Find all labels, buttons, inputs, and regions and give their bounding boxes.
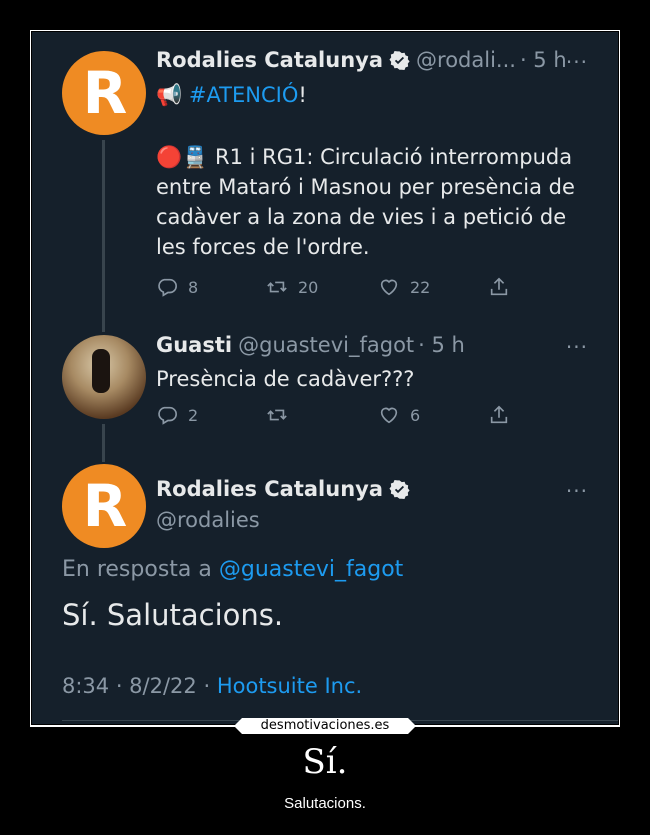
thread-line: [102, 424, 105, 462]
share-button[interactable]: [488, 276, 510, 298]
share-icon: [490, 277, 508, 296]
tweet1-first-line: 📢 #ATENCIÓ!: [156, 80, 307, 110]
text-line-4: les forces de l'ordre.: [156, 235, 370, 259]
share-icon: [490, 405, 508, 424]
tweet2-actions: 2 6: [156, 404, 510, 426]
hashtag-link[interactable]: #ATENCIÓ: [189, 83, 299, 107]
author-name[interactable]: Guasti: [156, 333, 232, 357]
tweet1-actions: 8 20 22: [156, 276, 510, 298]
retweet-count: 20: [298, 277, 319, 297]
tweet3-text: Sí. Salutacions.: [62, 598, 284, 632]
text-line-2: entre Mataró i Masnou per presència de: [156, 175, 575, 199]
tweet2-header: Guasti @guastevi_fagot · 5 h: [156, 333, 465, 357]
thread-line: [102, 140, 105, 332]
reply-icon: [158, 406, 177, 425]
reply-button[interactable]: 2: [156, 404, 266, 426]
tweet1-header: Rodalies Catalunya @rodali... · 5 h: [156, 48, 567, 72]
like-count: 6: [410, 405, 421, 425]
heart-icon: [380, 279, 398, 296]
tweet-meta: 8:34 · 8/2/22 · Hootsuite Inc.: [62, 674, 362, 698]
tweet3-author: Rodalies Catalunya: [156, 477, 410, 501]
text-line: 🔴🚆 R1 i RG1: Circulació interrompuda: [156, 142, 575, 172]
verified-badge-icon: [389, 50, 410, 70]
like-button[interactable]: 22: [378, 276, 488, 298]
reply-count: 2: [188, 405, 199, 425]
verified-badge-icon: [389, 479, 410, 499]
retweet-icon: [267, 409, 287, 421]
author-handle[interactable]: @rodali...: [416, 48, 516, 72]
more-options-icon[interactable]: ···: [566, 479, 588, 503]
text-line-1: R1 i RG1: Circulació interrompuda: [214, 145, 573, 169]
retweet-icon: [267, 281, 287, 293]
source-link[interactable]: Hootsuite Inc.: [217, 674, 362, 698]
reply-button[interactable]: 8: [156, 276, 266, 298]
author-name[interactable]: Rodalies Catalunya: [156, 48, 383, 72]
retweet-button[interactable]: [266, 404, 378, 426]
reply-context: En resposta a @guastevi_fagot: [62, 557, 403, 582]
more-options-icon[interactable]: ···: [566, 335, 588, 359]
heart-icon: [380, 407, 398, 424]
tweet1-text: 🔴🚆 R1 i RG1: Circulació interrompuda ent…: [156, 142, 575, 262]
rodalies-avatar[interactable]: R: [62, 51, 146, 135]
watermark: desmotivaciones.es: [234, 718, 416, 734]
text-line-3: cadàver a la zona de vies i a petició de: [156, 205, 567, 229]
red-circle-train-icon: 🔴🚆: [156, 145, 209, 169]
retweet-button[interactable]: 20: [266, 276, 378, 298]
tweet-time[interactable]: · 5 h: [520, 48, 567, 72]
reply-icon: [158, 278, 177, 297]
exclamation: !: [298, 83, 307, 107]
reply-prefix: En resposta a: [62, 557, 212, 582]
tweet-thread: R Rodalies Catalunya @rodali... · 5 h ··…: [32, 32, 618, 724]
avatar-letter: R: [82, 472, 128, 540]
reply-count: 8: [188, 277, 199, 297]
author-name[interactable]: Rodalies Catalunya: [156, 477, 383, 501]
guasti-avatar[interactable]: [62, 335, 146, 419]
avatar-letter: R: [82, 59, 128, 127]
timestamp[interactable]: 8:34 · 8/2/22 ·: [62, 674, 210, 698]
share-button[interactable]: [488, 404, 510, 426]
tweet2-text: Presència de cadàver???: [156, 367, 415, 391]
reply-handle-link[interactable]: @guastevi_fagot: [219, 557, 403, 582]
caption-title: Sí.: [302, 742, 348, 782]
author-handle[interactable]: @rodalies: [156, 508, 260, 532]
tweet-time[interactable]: · 5 h: [418, 333, 465, 357]
rodalies-avatar[interactable]: R: [62, 464, 146, 548]
megaphone-icon: 📢: [156, 83, 183, 107]
author-handle[interactable]: @guastevi_fagot: [238, 333, 414, 357]
caption-subtitle: Salutacions.: [284, 795, 366, 812]
like-button[interactable]: 6: [378, 404, 488, 426]
more-options-icon[interactable]: ···: [566, 50, 588, 74]
like-count: 22: [410, 277, 431, 297]
screenshot-frame: R Rodalies Catalunya @rodali... · 5 h ··…: [30, 30, 620, 726]
